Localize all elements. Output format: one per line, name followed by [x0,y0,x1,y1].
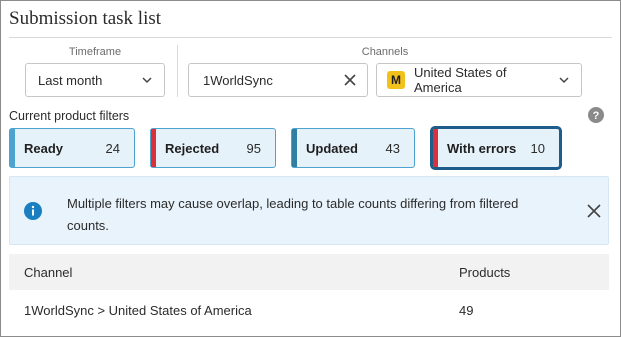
chip-count: 10 [530,140,545,156]
table-header: Channel Products [9,254,609,290]
title-divider [9,37,612,38]
filter-divider [177,45,178,97]
column-header-channel[interactable]: Channel [24,265,72,280]
timeframe-label: Timeframe [68,46,122,58]
market-select[interactable]: M United States of America [376,63,582,97]
chip-count: 43 [385,140,400,156]
page-title: Submission task list [9,8,162,29]
chip-label: Ready [24,140,64,156]
clear-icon[interactable] [343,73,357,87]
chip-label: Updated [306,140,358,156]
chip-indicator [433,129,438,167]
channels-label: Channels [361,46,409,58]
chip-count: 24 [105,140,120,156]
filter-chip-ready[interactable]: Ready 24 [9,128,135,168]
filters-label: Current product filters [9,109,130,123]
channel-search-input[interactable]: 1WorldSync [188,63,368,97]
chip-label: With errors [447,140,517,156]
chevron-down-icon [559,77,569,84]
chip-indicator [292,129,297,167]
banner-message: Multiple filters may cause overlap, lead… [67,196,519,233]
chip-indicator [10,129,15,167]
filter-chip-rejected[interactable]: Rejected 95 [150,128,276,168]
chip-count: 95 [246,140,261,156]
timeframe-value: Last month [38,72,103,88]
chevron-down-icon [142,77,152,84]
svg-text:?: ? [593,110,600,122]
market-value: United States of America [414,65,507,95]
timeframe-select[interactable]: Last month [25,63,165,97]
column-header-products[interactable]: Products [459,265,510,280]
chip-label: Rejected [165,140,220,156]
cell-channel: 1WorldSync > United States of America [24,303,252,318]
submission-panel: Submission task list Timeframe Last mont… [0,0,621,337]
filter-chip-with-errors[interactable]: With errors 10 [432,128,560,168]
filter-chip-updated[interactable]: Updated 43 [291,128,415,168]
chip-indicator [151,129,156,167]
market-badge: M [387,71,405,89]
help-icon[interactable]: ? [588,107,604,123]
close-icon[interactable] [587,204,601,218]
info-icon [24,202,42,220]
cell-products: 49 [459,303,474,318]
channel-search-value: 1WorldSync [203,72,273,88]
info-banner: Multiple filters may cause overlap, lead… [9,176,609,245]
table-row[interactable]: 1WorldSync > United States of America 49 [9,290,609,330]
